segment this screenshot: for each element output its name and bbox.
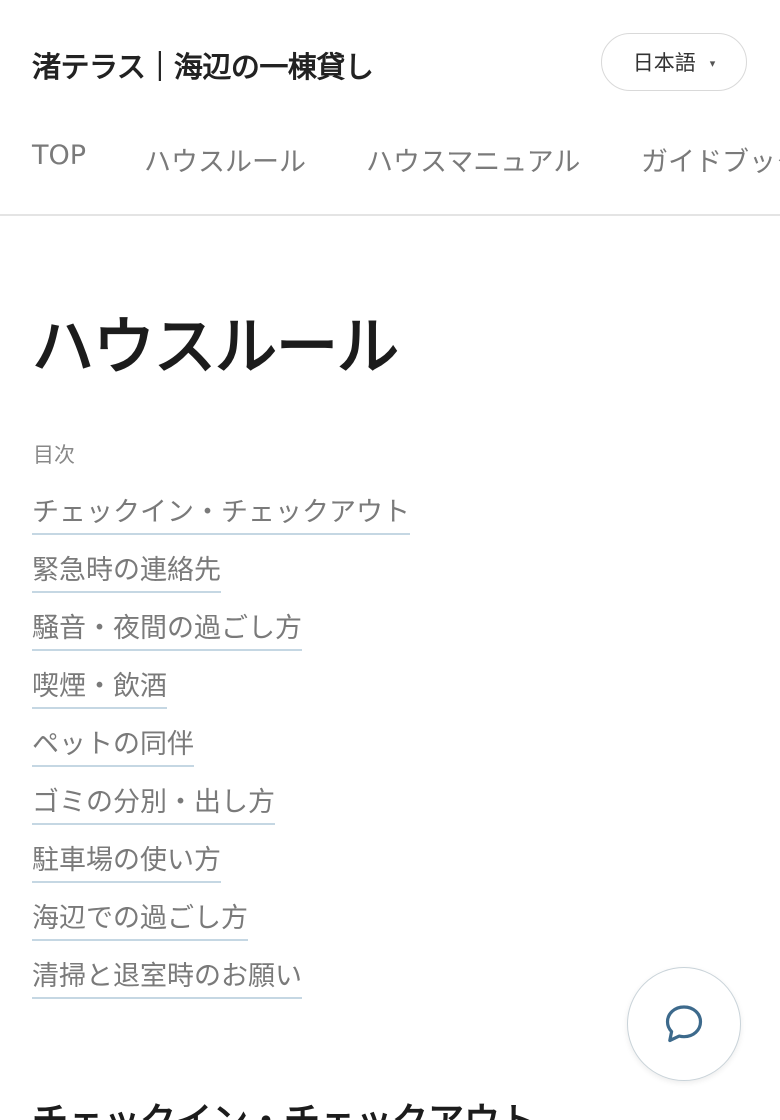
toc-item-parking[interactable]: 駐車場の使い方	[32, 842, 221, 883]
site-header: 渚テラス｜海辺の一棟貸し 日本語 ▾	[0, 0, 780, 124]
toc-item-emergency-contacts[interactable]: 緊急時の連絡先	[32, 552, 221, 593]
toc-item-checkin-checkout[interactable]: チェックイン・チェックアウト	[32, 494, 410, 535]
toc-item-smoking-drinking[interactable]: 喫煙・飲酒	[32, 668, 167, 709]
chat-bubble-icon	[665, 1005, 703, 1043]
nav-item-house-manual[interactable]: ハウスマニュアル	[366, 140, 580, 179]
toc-item-beach[interactable]: 海辺での過ごし方	[32, 900, 248, 941]
toc-heading: 目次	[33, 443, 75, 467]
caret-down-icon: ▾	[709, 56, 716, 70]
section-title-checkin-checkout: チェックイン・チェックアウト	[32, 1092, 536, 1120]
toc-item-pets[interactable]: ペットの同伴	[32, 726, 194, 767]
language-selected-label: 日本語	[632, 51, 696, 75]
main-nav: TOP ハウスルール ハウスマニュアル ガイドブック	[0, 124, 780, 216]
nav-item-house-rules[interactable]: ハウスルール	[144, 140, 306, 179]
nav-item-top[interactable]: TOP	[32, 140, 86, 171]
toc-item-noise-night[interactable]: 騒音・夜間の過ごし方	[32, 610, 302, 651]
chat-button[interactable]	[627, 967, 741, 1081]
page: 渚テラス｜海辺の一棟貸し 日本語 ▾ TOP ハウスルール ハウスマニュアル ガ…	[0, 0, 780, 1120]
site-title[interactable]: 渚テラス｜海辺の一棟貸し	[32, 44, 374, 86]
toc-item-cleaning-checkout[interactable]: 清掃と退室時のお願い	[32, 958, 302, 999]
page-title: ハウスルール	[32, 310, 399, 383]
language-select[interactable]: 日本語 ▾	[601, 33, 747, 91]
nav-item-guidebook[interactable]: ガイドブック	[641, 140, 780, 179]
toc-item-garbage[interactable]: ゴミの分別・出し方	[32, 784, 275, 825]
